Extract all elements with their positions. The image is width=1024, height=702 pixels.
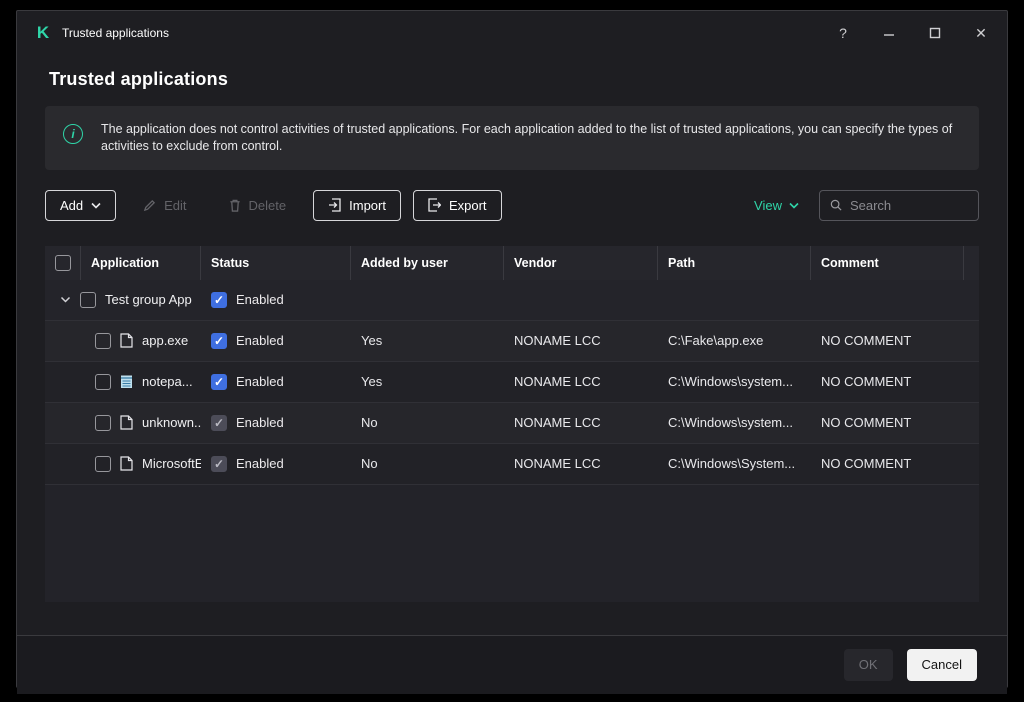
- import-button[interactable]: Import: [313, 189, 401, 221]
- column-header-added-by-user[interactable]: Added by user: [351, 245, 504, 280]
- column-header-comment[interactable]: Comment: [811, 245, 964, 280]
- column-header-application[interactable]: Application: [81, 245, 201, 280]
- add-button-label: Add: [60, 197, 84, 213]
- row-checkbox[interactable]: [95, 455, 111, 472]
- column-header-spacer: [964, 246, 979, 280]
- cell-path: C:\Windows\system...: [668, 415, 793, 431]
- row-checkbox[interactable]: [95, 414, 111, 431]
- cancel-button[interactable]: Cancel: [906, 648, 977, 681]
- cell-comment: NO COMMENT: [821, 456, 912, 472]
- status-checkbox[interactable]: [211, 414, 227, 431]
- trusted-applications-window: K Trusted applications ? ✕ Trusted appli…: [16, 10, 1008, 694]
- cell-added-by-user: Yes: [361, 333, 383, 349]
- export-button[interactable]: Export: [412, 189, 502, 221]
- trusted-applications-table: Application Status Added by user Vendor …: [45, 245, 979, 602]
- cell-comment: NO COMMENT: [821, 333, 912, 349]
- group-name: Test group App: [105, 292, 192, 308]
- footer: OK Cancel: [17, 635, 1007, 694]
- application-name: app.exe: [142, 333, 189, 349]
- maximize-button[interactable]: [927, 25, 943, 41]
- minimize-button[interactable]: [881, 25, 897, 41]
- status-label: Enabled: [236, 333, 284, 349]
- info-icon: i: [63, 124, 83, 144]
- status-checkbox[interactable]: [211, 291, 227, 308]
- select-all-checkbox[interactable]: [54, 254, 71, 271]
- delete-button-label: Delete: [248, 197, 287, 213]
- table-row[interactable]: notepa... Enabled Yes NONAME LCC C:\Wind…: [45, 361, 979, 403]
- trash-icon: [229, 199, 240, 212]
- window-titlebar: K Trusted applications ? ✕: [17, 11, 1007, 55]
- window-title: Trusted applications: [62, 26, 169, 40]
- table-header: Application Status Added by user Vendor …: [45, 245, 979, 280]
- pencil-icon: [143, 199, 156, 211]
- search-input[interactable]: [849, 197, 968, 213]
- export-icon: [428, 198, 441, 212]
- cell-path: C:\Windows\System...: [668, 456, 796, 472]
- row-checkbox[interactable]: [80, 291, 96, 308]
- application-name: unknown....: [142, 415, 201, 431]
- add-button[interactable]: Add: [45, 189, 117, 221]
- collapse-chevron-icon[interactable]: [59, 294, 71, 306]
- import-icon: [329, 198, 341, 212]
- file-icon: [120, 456, 133, 471]
- row-checkbox[interactable]: [95, 332, 111, 349]
- cell-added-by-user: No: [361, 415, 378, 431]
- view-dropdown[interactable]: View: [754, 198, 799, 213]
- status-label: Enabled: [236, 374, 284, 390]
- help-button[interactable]: ?: [835, 25, 851, 41]
- status-checkbox[interactable]: [211, 455, 227, 472]
- info-banner-text: The application does not control activit…: [101, 122, 953, 153]
- cell-added-by-user: Yes: [361, 374, 383, 390]
- close-button[interactable]: ✕: [973, 25, 989, 41]
- table-row[interactable]: unknown.... Enabled No NONAME LCC C:\Win…: [45, 402, 979, 444]
- application-name: MicrosoftE...: [142, 456, 201, 472]
- minimize-icon: [884, 34, 894, 36]
- notepad-icon: [121, 375, 132, 389]
- edit-button[interactable]: Edit: [128, 190, 201, 221]
- table-row[interactable]: MicrosoftE... Enabled No NONAME LCC C:\W…: [45, 443, 979, 485]
- export-button-label: Export: [448, 197, 487, 213]
- chevron-down-icon: [91, 202, 101, 209]
- kaspersky-logo-icon: K: [36, 23, 50, 42]
- table-empty-area: [45, 485, 979, 602]
- view-dropdown-label: View: [754, 197, 782, 213]
- table-row[interactable]: app.exe Enabled Yes NONAME LCC C:\Fake\a…: [45, 320, 979, 362]
- cell-path: C:\Windows\system...: [668, 374, 793, 390]
- cell-vendor: NONAME LCC: [514, 415, 601, 431]
- cell-comment: NO COMMENT: [821, 415, 912, 431]
- chevron-down-icon: [789, 202, 799, 209]
- toolbar: Add Edit Delete Import Export View Searc…: [45, 189, 979, 221]
- group-row[interactable]: Test group App Enabled: [45, 279, 979, 321]
- maximize-icon: [929, 27, 941, 39]
- cell-path: C:\Fake\app.exe: [668, 333, 764, 349]
- column-header-vendor[interactable]: Vendor: [504, 245, 658, 280]
- file-icon: [120, 333, 133, 348]
- search-icon: [830, 200, 842, 211]
- status-label: Enabled: [236, 292, 284, 308]
- status-label: Enabled: [236, 415, 284, 431]
- cell-vendor: NONAME LCC: [514, 333, 601, 349]
- cell-added-by-user: No: [361, 456, 378, 472]
- status-label: Enabled: [236, 456, 284, 472]
- column-header-status[interactable]: Status: [201, 245, 351, 280]
- status-checkbox[interactable]: [211, 332, 227, 349]
- cell-comment: NO COMMENT: [821, 374, 912, 390]
- edit-button-label: Edit: [164, 197, 187, 213]
- status-checkbox[interactable]: [211, 373, 227, 390]
- file-icon: [120, 415, 133, 430]
- info-banner: i The application does not control activ…: [45, 106, 979, 170]
- cell-vendor: NONAME LCC: [514, 456, 601, 472]
- import-button-label: Import: [349, 197, 386, 213]
- column-header-path[interactable]: Path: [658, 245, 811, 280]
- ok-button[interactable]: OK: [843, 648, 893, 681]
- cell-vendor: NONAME LCC: [514, 374, 601, 390]
- delete-button[interactable]: Delete: [214, 190, 302, 221]
- search-box: [819, 189, 979, 221]
- page-title: Trusted applications: [49, 69, 229, 89]
- row-checkbox[interactable]: [95, 373, 111, 390]
- application-name: notepa...: [142, 374, 193, 390]
